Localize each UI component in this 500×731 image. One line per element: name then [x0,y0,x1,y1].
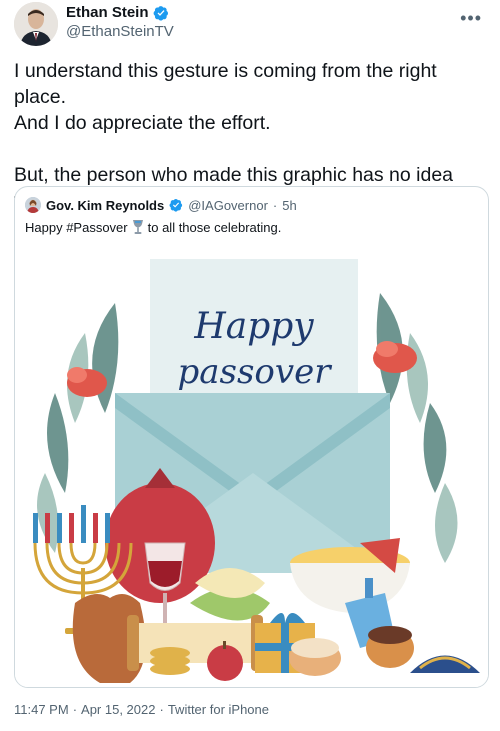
quoted-tweet-header: Gov. Kim Reynolds @IAGovernor · 5h [25,197,297,213]
separator-dot: · [272,197,278,213]
verified-badge-icon [169,198,183,212]
quoted-author-name[interactable]: Gov. Kim Reynolds [46,198,164,213]
tweet-date[interactable]: Apr 15, 2022 [81,702,155,717]
author-info: Ethan Stein @EthanSteinTV [66,4,174,40]
tweet-footer: 11:47 PM · Apr 15, 2022 · Twitter for iP… [14,702,269,717]
tweet-card: Ethan Stein @EthanSteinTV ••• I understa… [0,0,500,731]
author-name-row[interactable]: Ethan Stein [66,4,174,21]
more-options-icon[interactable]: ••• [460,8,482,29]
quoted-author-handle[interactable]: @IAGovernor [188,198,268,213]
quoted-tweet[interactable]: Gov. Kim Reynolds @IAGovernor · 5h Happy… [14,186,489,688]
author-name[interactable]: Ethan Stein [66,4,149,21]
wine-goblet-icon [132,220,143,234]
author-avatar[interactable] [14,2,58,46]
card-text-happy: Happy [193,306,314,347]
separator-dot: · [159,702,164,717]
verified-badge-icon [153,5,168,21]
tweet-source[interactable]: Twitter for iPhone [168,702,269,717]
quoted-text-start: Happy #Passover [25,219,128,235]
author-handle[interactable]: @EthanSteinTV [66,23,174,40]
quoted-text-end: to all those celebrating. [147,219,282,235]
separator-dot: · [72,702,78,717]
quoted-tweet-time[interactable]: 5h [282,198,296,213]
tweet-time[interactable]: 11:47 PM [14,702,69,717]
quoted-tweet-text: Happy #Passover to all those celebrating… [25,219,281,235]
quoted-author-avatar[interactable] [25,197,41,213]
card-text-passover: passover [178,352,333,392]
passover-illustration[interactable]: Happy passover [15,243,488,687]
